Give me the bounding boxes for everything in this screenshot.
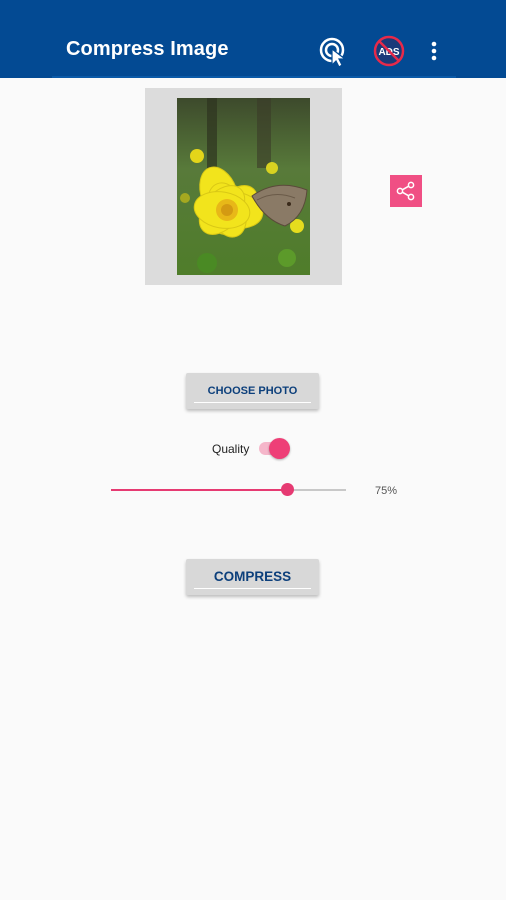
image-preview-frame[interactable] bbox=[145, 88, 342, 285]
app-title: Compress Image bbox=[66, 38, 229, 60]
share-button[interactable] bbox=[390, 175, 422, 207]
button-underline bbox=[194, 588, 311, 589]
quality-slider-fill bbox=[111, 489, 288, 491]
app-bar-divider bbox=[52, 76, 456, 78]
quality-label: Quality bbox=[212, 442, 250, 456]
selected-photo bbox=[177, 98, 310, 275]
more-vert-icon[interactable] bbox=[424, 38, 444, 64]
quality-slider-thumb[interactable] bbox=[280, 483, 294, 496]
quality-value: 75% bbox=[375, 485, 398, 497]
choose-photo-button[interactable]: CHOOSE PHOTO bbox=[186, 373, 319, 409]
quality-slider[interactable] bbox=[111, 489, 346, 491]
compress-label: COMPRESS bbox=[213, 569, 292, 584]
no-ads-icon[interactable]: ADS bbox=[372, 34, 406, 68]
quality-toggle-thumb[interactable] bbox=[269, 438, 290, 459]
share-icon bbox=[396, 181, 415, 201]
button-underline bbox=[194, 402, 311, 403]
app-bar: Compress Image ADS bbox=[0, 0, 506, 78]
touch-icon[interactable] bbox=[318, 36, 350, 68]
compress-button[interactable]: COMPRESS bbox=[186, 559, 319, 595]
choose-photo-label: CHOOSE PHOTO bbox=[207, 385, 298, 397]
